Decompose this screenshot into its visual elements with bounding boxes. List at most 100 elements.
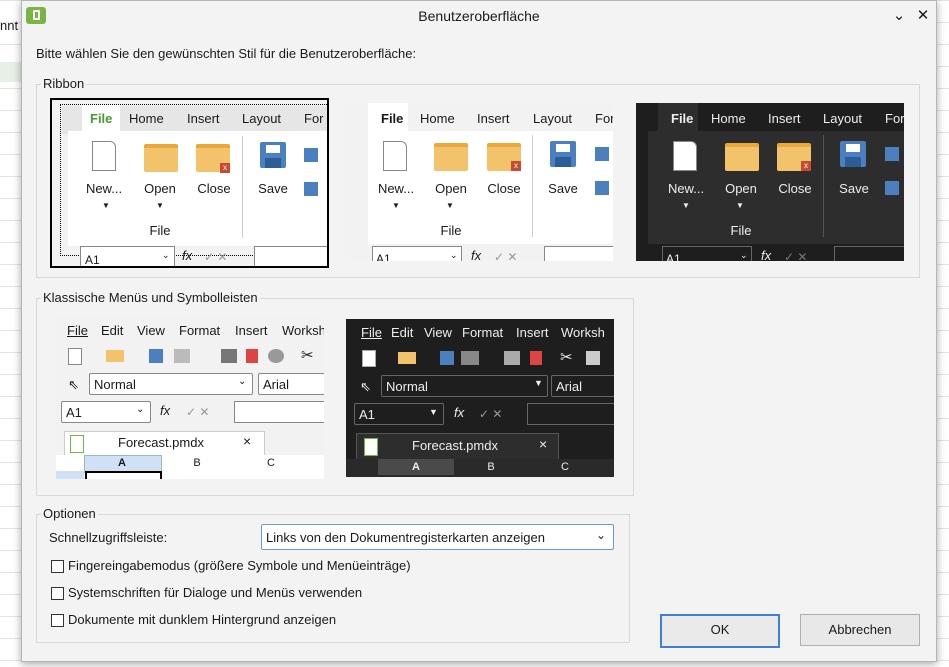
close-label: Close: [778, 181, 812, 196]
save-as-icon: [304, 148, 318, 162]
close-mark-icon: x: [511, 161, 521, 171]
tab-format: For: [595, 111, 613, 126]
print-icon: [504, 351, 520, 365]
save-label: Save: [258, 181, 288, 196]
window-title: Benutzeroberfläche: [418, 8, 540, 24]
document-icon: [70, 435, 84, 453]
menu-view: View: [424, 325, 452, 340]
cell-ref: A1: [666, 252, 681, 261]
col-c: C: [561, 461, 569, 473]
menu-file: File: [67, 323, 88, 338]
intro-text: Bitte wählen Sie den gewünschten Stil fü…: [36, 46, 417, 61]
touch-mode-checkbox[interactable]: [51, 560, 64, 573]
save-as-icon: [595, 147, 609, 161]
style-select[interactable]: Normal ▼: [381, 375, 548, 397]
save-icon: [149, 349, 163, 363]
ribbon-light-preview[interactable]: File Home Insert Layout For x New... Ope…: [50, 98, 329, 268]
cell-ref: A1: [85, 253, 100, 267]
save-all-icon: [595, 181, 609, 195]
copy-icon: [586, 351, 600, 365]
font-select[interactable]: Arial: [551, 375, 614, 397]
quick-access-label: Schnellzugriffsleiste:: [49, 530, 168, 545]
menu-view: View: [137, 323, 165, 338]
fx-icon: fx: [160, 403, 171, 418]
col-b: B: [487, 461, 495, 473]
print-icon: [221, 349, 237, 363]
tab-layout: Layout: [533, 111, 573, 126]
new-icon: [362, 350, 376, 367]
open-label: Open: [435, 181, 467, 196]
save-all-icon: [304, 182, 318, 196]
system-fonts-label: Systemschriften für Dialoge und Menüs ve…: [68, 585, 363, 600]
cell-ref-select[interactable]: A1 ⌄: [61, 401, 151, 423]
new-icon: [68, 348, 82, 365]
dark-docs-checkbox[interactable]: [51, 614, 64, 627]
close-mark-icon: x: [220, 163, 230, 173]
quick-access-select[interactable]: Links von den Dokumentregisterkarten anz…: [261, 524, 614, 550]
open-icon: [106, 350, 124, 362]
preview-icon: [268, 349, 284, 363]
tab-format: For: [304, 111, 324, 126]
new-label: New...: [85, 181, 123, 196]
chevron-down-icon: ⌄: [596, 528, 607, 542]
pointer-icon: ⇖: [68, 377, 79, 392]
doc-tab-close[interactable]: ×: [539, 436, 547, 452]
group-caption: File: [730, 223, 752, 238]
cell-ref: A1: [376, 252, 391, 261]
menu-worksheet: Worksh: [282, 323, 324, 338]
close-label: Close: [487, 181, 521, 196]
font-select[interactable]: Arial: [258, 373, 324, 395]
menu-edit: Edit: [391, 325, 414, 340]
new-document-icon: [383, 141, 407, 171]
tab-home: Home: [129, 111, 164, 126]
save-all-icon: [885, 181, 899, 195]
quick-access-value: Links von den Dokumentregisterkarten anz…: [266, 530, 545, 545]
tab-layout: Layout: [242, 111, 282, 126]
save-label: Save: [548, 181, 578, 196]
classic-light-preview[interactable]: File Edit View Format Insert Worksh ✂ ⇖ …: [56, 317, 324, 479]
cancel-button[interactable]: Abbrechen: [800, 614, 920, 646]
ribbon-group-label: Ribbon: [41, 76, 87, 91]
group-caption: File: [149, 223, 171, 238]
background-text: nnt: [0, 18, 19, 33]
background-selected-cell: [0, 62, 22, 82]
new-label: New...: [667, 181, 705, 196]
cut-icon: ✂: [560, 349, 573, 366]
ribbon-flat-preview[interactable]: File Home Insert Layout For x New... Ope…: [346, 103, 613, 261]
fx-icon: fx: [454, 405, 465, 420]
new-document-icon: [673, 141, 697, 171]
tab-format: For: [885, 111, 904, 126]
open-folder-icon: [144, 144, 178, 172]
dark-docs-label: Dokumente mit dunklem Hintergrund anzeig…: [68, 612, 337, 627]
fx-icon: fx: [182, 248, 193, 263]
ribbon-dark-preview[interactable]: File Home Insert Layout For x New... Ope…: [636, 103, 904, 261]
tab-insert: Insert: [187, 111, 220, 126]
style-select[interactable]: Normal ⌄: [89, 373, 253, 395]
col-b: B: [193, 457, 201, 469]
tab-insert: Insert: [477, 111, 510, 126]
cut-icon: ✂: [301, 347, 314, 364]
menu-edit: Edit: [101, 323, 124, 338]
menu-insert: Insert: [516, 325, 549, 340]
open-folder-icon: [434, 143, 468, 171]
tab-insert: Insert: [768, 111, 801, 126]
menu-format: Format: [179, 323, 221, 338]
doc-tab-close[interactable]: ×: [243, 433, 251, 449]
save-disk-icon: [550, 141, 576, 167]
collapse-button[interactable]: ⌄: [888, 5, 910, 27]
tab-file: File: [90, 111, 113, 126]
classic-dark-preview[interactable]: File Edit View Format Insert Worksh ✂ ⇖ …: [346, 319, 614, 477]
ok-button[interactable]: OK: [660, 614, 780, 648]
close-button[interactable]: ✕: [912, 5, 934, 27]
new-document-icon: [92, 141, 116, 171]
touch-mode-label: Fingereingabemodus (größere Symbole und …: [68, 558, 411, 573]
menu-format: Format: [462, 325, 504, 340]
close-mark-icon: x: [801, 161, 811, 171]
system-fonts-checkbox[interactable]: [51, 587, 64, 600]
col-a: A: [412, 461, 420, 473]
doc-tab-title: Forecast.pmdx: [118, 435, 204, 450]
save-as-icon: [885, 147, 899, 161]
tab-file: File: [381, 111, 404, 126]
cell-ref-select[interactable]: A1 ▼: [354, 403, 444, 425]
col-a: A: [118, 457, 126, 469]
